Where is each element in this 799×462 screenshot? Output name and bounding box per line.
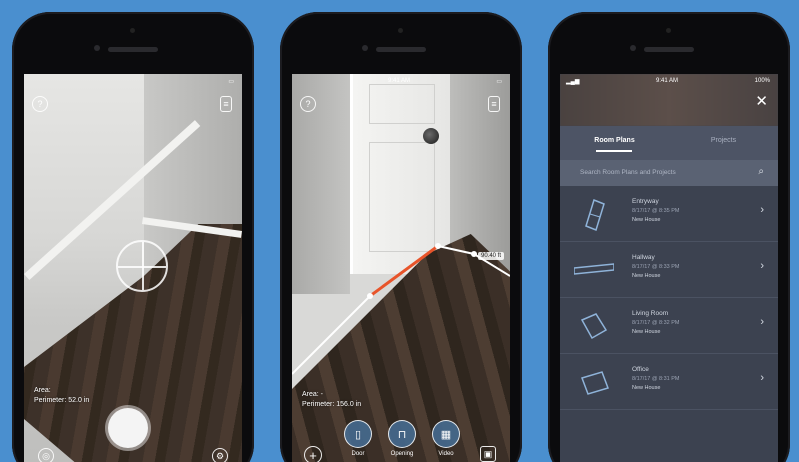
- area-readout: Area: -: [302, 391, 324, 398]
- search-icon[interactable]: ⌕: [758, 167, 764, 177]
- floor-plan-thumbnail: [585, 199, 605, 231]
- ar-measure-screen: 90.40 ft 9:41 AM ▭ ? ≡ Area: - Perimeter…: [292, 74, 510, 462]
- window-tool-label: Video: [438, 451, 454, 457]
- plan-name: Entryway: [632, 198, 659, 205]
- plan-project: New House: [632, 217, 661, 223]
- front-camera: [666, 28, 671, 33]
- room-plans-view: ▂▄▆ 9:41 AM 100% ✕ Room Plans Projects S…: [560, 74, 778, 462]
- list-item[interactable]: Living Room 8/17/17 @ 8:32 PM New House …: [560, 298, 778, 354]
- floor-plan-thumbnail: [574, 263, 614, 275]
- opening-tool-button[interactable]: ⊓: [388, 420, 416, 448]
- door-icon: ▯: [354, 428, 362, 441]
- room-plans-screen: ▂▄▆ 9:41 AM 100% ✕ Room Plans Projects S…: [560, 74, 778, 462]
- close-icon[interactable]: ✕: [755, 94, 768, 109]
- plan-date: 8/17/17 @ 8:35 PM: [632, 208, 680, 214]
- list-item[interactable]: Entryway 8/17/17 @ 8:35 PM New House ›: [560, 186, 778, 242]
- plan-date: 8/17/17 @ 8:31 PM: [632, 376, 680, 382]
- status-bar: ▂▄▆ 9:41 AM 100%: [560, 78, 778, 88]
- earpiece-speaker: [376, 47, 426, 52]
- battery-level: 100%: [754, 78, 770, 84]
- chevron-right-icon: ›: [760, 204, 764, 216]
- status-bar: 9:41 AM ▭: [292, 78, 510, 88]
- plan-date: 8/17/17 @ 8:32 PM: [632, 320, 680, 326]
- earpiece-speaker: [108, 47, 158, 52]
- help-icon[interactable]: ?: [32, 96, 48, 112]
- add-icon[interactable]: +: [304, 446, 322, 462]
- sensor-dot: [362, 45, 368, 51]
- help-icon[interactable]: ?: [300, 96, 316, 112]
- plan-name: Office: [632, 366, 649, 373]
- menu-icon[interactable]: ≡: [220, 96, 232, 112]
- plan-project: New House: [632, 385, 661, 391]
- area-readout: Area:: [34, 387, 51, 394]
- measurement-label: 90.40 ft: [478, 252, 505, 260]
- floor-plan-thumbnail: [581, 371, 609, 395]
- measure-point: [471, 251, 477, 257]
- plan-name: Hallway: [632, 254, 655, 261]
- plan-project: New House: [632, 329, 661, 335]
- sensor-dot: [630, 45, 636, 51]
- capture-button[interactable]: [108, 408, 148, 448]
- ar-camera-screen: ▭ ? ≡ Area: Perimeter: 52.0 in ◎ ⚙: [24, 74, 242, 462]
- phone-room-plans: ▂▄▆ 9:41 AM 100% ✕ Room Plans Projects S…: [548, 12, 790, 462]
- plan-name: Living Room: [632, 310, 669, 317]
- save-icon[interactable]: ▣: [480, 446, 496, 462]
- perimeter-readout: Perimeter: 156.0 in: [302, 401, 362, 408]
- perimeter-readout: Perimeter: 52.0 in: [34, 397, 90, 404]
- opening-icon: ⊓: [397, 428, 407, 441]
- signal-icon: ▂▄▆: [566, 79, 580, 85]
- battery-icon: ▭: [228, 79, 234, 85]
- tab-room-plans[interactable]: Room Plans: [560, 137, 669, 144]
- front-camera: [130, 28, 135, 33]
- settings-icon[interactable]: ⚙: [212, 448, 228, 462]
- crosshair-reticle: [116, 240, 168, 292]
- window-icon: ▦: [440, 428, 452, 441]
- floor-outline: [292, 244, 510, 375]
- status-time: 9:41 AM: [656, 78, 679, 84]
- search-input[interactable]: Search Room Plans and Projects: [580, 169, 676, 176]
- active-measure-line: [369, 244, 439, 298]
- plan-project: New House: [632, 273, 661, 279]
- window-tool-button[interactable]: ▦: [432, 420, 460, 448]
- status-bar: ▭: [24, 78, 242, 88]
- list-item[interactable]: Office 8/17/17 @ 8:31 PM New House ›: [560, 354, 778, 410]
- earpiece-speaker: [644, 47, 694, 52]
- opening-tool-label: Opening: [390, 451, 414, 457]
- floor-plan-thumbnail: [580, 313, 608, 340]
- tab-projects[interactable]: Projects: [669, 137, 778, 144]
- chevron-right-icon: ›: [760, 260, 764, 272]
- chevron-right-icon: ›: [760, 372, 764, 384]
- door-tool-label: Door: [351, 451, 365, 457]
- plan-date: 8/17/17 @ 8:33 PM: [632, 264, 680, 270]
- battery-icon: ▭: [496, 79, 502, 85]
- active-tab-indicator: [596, 150, 632, 152]
- measure-point: [367, 293, 373, 299]
- door-tool-button[interactable]: ▯: [344, 420, 372, 448]
- menu-icon[interactable]: ≡: [488, 96, 500, 112]
- phone-ar-measure: 90.40 ft 9:41 AM ▭ ? ≡ Area: - Perimeter…: [280, 12, 522, 462]
- tab-bar: Room Plans Projects: [560, 126, 778, 160]
- sensor-dot: [94, 45, 100, 51]
- chevron-right-icon: ›: [760, 316, 764, 328]
- status-time: 9:41 AM: [388, 78, 411, 84]
- target-icon[interactable]: ◎: [38, 448, 54, 462]
- phone-ar-capture: ▭ ? ≡ Area: Perimeter: 52.0 in ◎ ⚙: [12, 12, 254, 462]
- search-bar[interactable]: Search Room Plans and Projects ⌕: [560, 160, 778, 186]
- list-item[interactable]: Hallway 8/17/17 @ 8:33 PM New House ›: [560, 242, 778, 298]
- measure-point: [435, 243, 441, 249]
- front-camera: [398, 28, 403, 33]
